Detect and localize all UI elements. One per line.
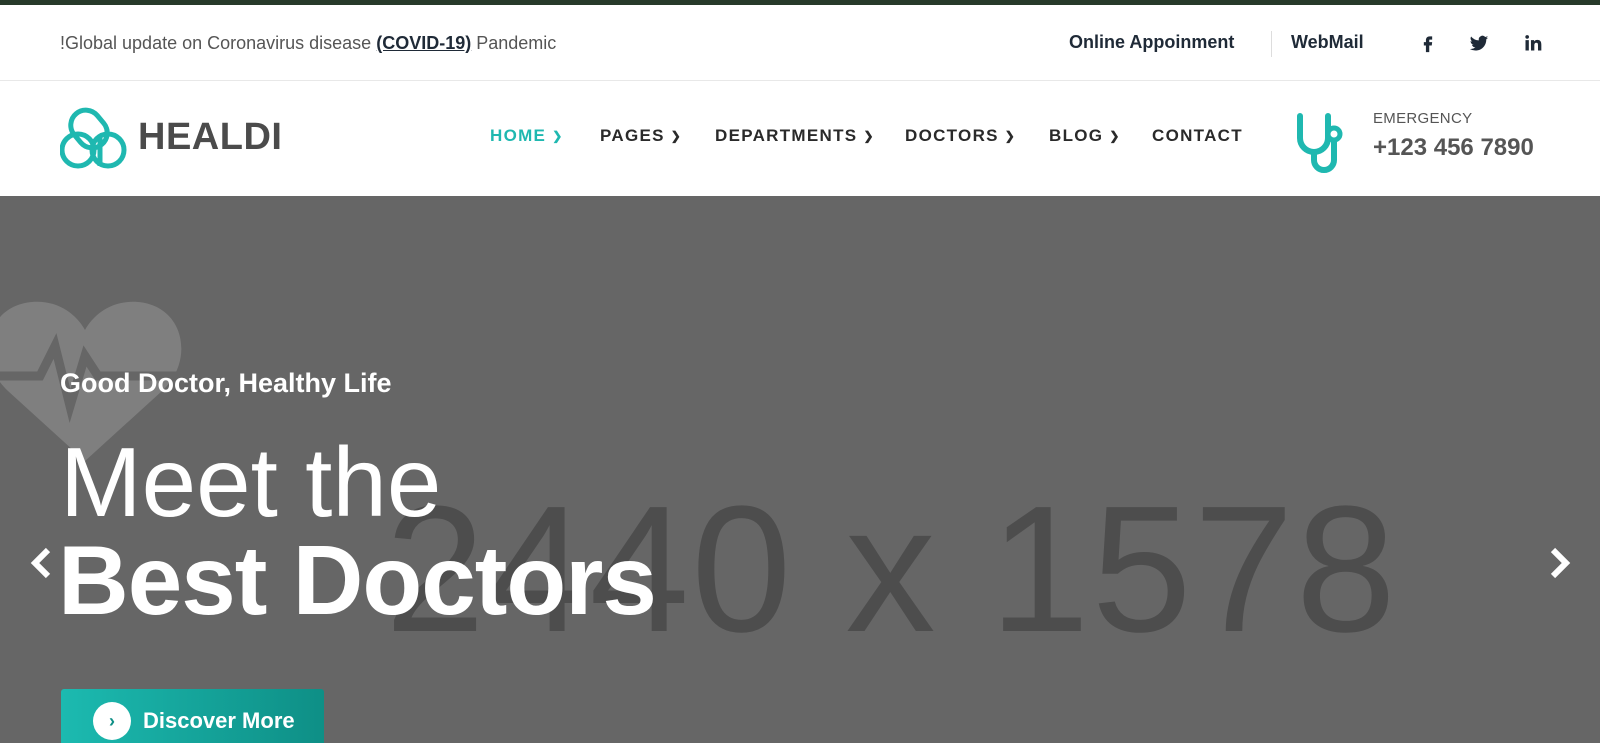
facebook-icon[interactable] (1415, 30, 1441, 56)
chevron-down-icon: ❯ (670, 129, 683, 143)
notice-suffix: Pandemic (471, 33, 557, 53)
nav-blog-label: BLOG (1049, 126, 1104, 145)
healdi-logo[interactable]: HEALDI (60, 106, 283, 172)
nav-home-label: HOME (490, 126, 547, 145)
top-divider (1271, 31, 1272, 57)
twitter-icon[interactable] (1466, 30, 1492, 56)
pill-logo-icon (60, 107, 127, 169)
chevron-right-icon (1550, 547, 1571, 579)
linkedin-icon[interactable] (1520, 30, 1546, 56)
emergency-contact: EMERGENCY +123 456 7890 (1292, 104, 1572, 176)
covid-link[interactable]: (COVID-19) (376, 33, 471, 53)
topbar: !Global update on Coronavirus disease (C… (0, 5, 1600, 81)
top-links: Online Appoinment WebMail (1000, 5, 1600, 81)
nav-item-home[interactable]: HOME ❯ (490, 126, 564, 146)
nav-item-departments[interactable]: DEPARTMENTS ❯ (715, 126, 875, 146)
discover-more-label: Discover More (143, 708, 295, 733)
chevron-right-icon: › (93, 702, 131, 740)
emergency-phone[interactable]: +123 456 7890 (1373, 134, 1534, 162)
nav-item-contact[interactable]: CONTACT (1152, 126, 1243, 146)
nav-departments-label: DEPARTMENTS (715, 126, 858, 145)
main-header: HEALDI HOME ❯ PAGES ❯ DEPARTMENTS ❯ DOCTORS… (0, 82, 1600, 196)
nav-item-doctors[interactable]: DOCTORS ❯ (905, 126, 1016, 146)
nav-item-pages[interactable]: PAGES ❯ (600, 126, 682, 146)
logo-text: HEALDI (138, 116, 283, 158)
nav-item-blog[interactable]: BLOG ❯ (1049, 126, 1121, 146)
notice-prefix: !Global update on Coronavirus disease (60, 33, 377, 53)
chevron-down-icon: ❯ (552, 129, 564, 143)
nav-doctors-label: DOCTORS (905, 126, 999, 145)
webmail-link[interactable]: WebMail (1291, 32, 1364, 53)
discover-more-button[interactable]: › Discover More (61, 689, 324, 743)
online-appointment-link[interactable]: Online Appoinment (1069, 32, 1234, 53)
nav-contact-label: CONTACT (1152, 126, 1243, 145)
chevron-left-icon (30, 547, 51, 579)
slider-next-arrow[interactable] (1543, 546, 1577, 580)
chevron-down-icon: ❯ (863, 129, 875, 143)
chevron-down-icon: ❯ (1109, 129, 1121, 143)
hero-title-line2: Best Doctors (58, 525, 657, 635)
chevron-down-icon: ❯ (1004, 129, 1017, 143)
nav-pages-label: PAGES (600, 126, 665, 145)
hero-subtitle: Good Doctor, Healthy Life (60, 368, 392, 398)
covid-notice: !Global update on Coronavirus disease (C… (60, 33, 556, 54)
hero-slider: 2440 x 1578 Good Doctor, Healthy Life Me… (0, 196, 1600, 743)
emergency-label: EMERGENCY (1373, 110, 1473, 127)
stethoscope-icon (1297, 113, 1343, 173)
slider-prev-arrow[interactable] (24, 546, 58, 580)
hero-title-line1: Meet the (60, 427, 442, 537)
